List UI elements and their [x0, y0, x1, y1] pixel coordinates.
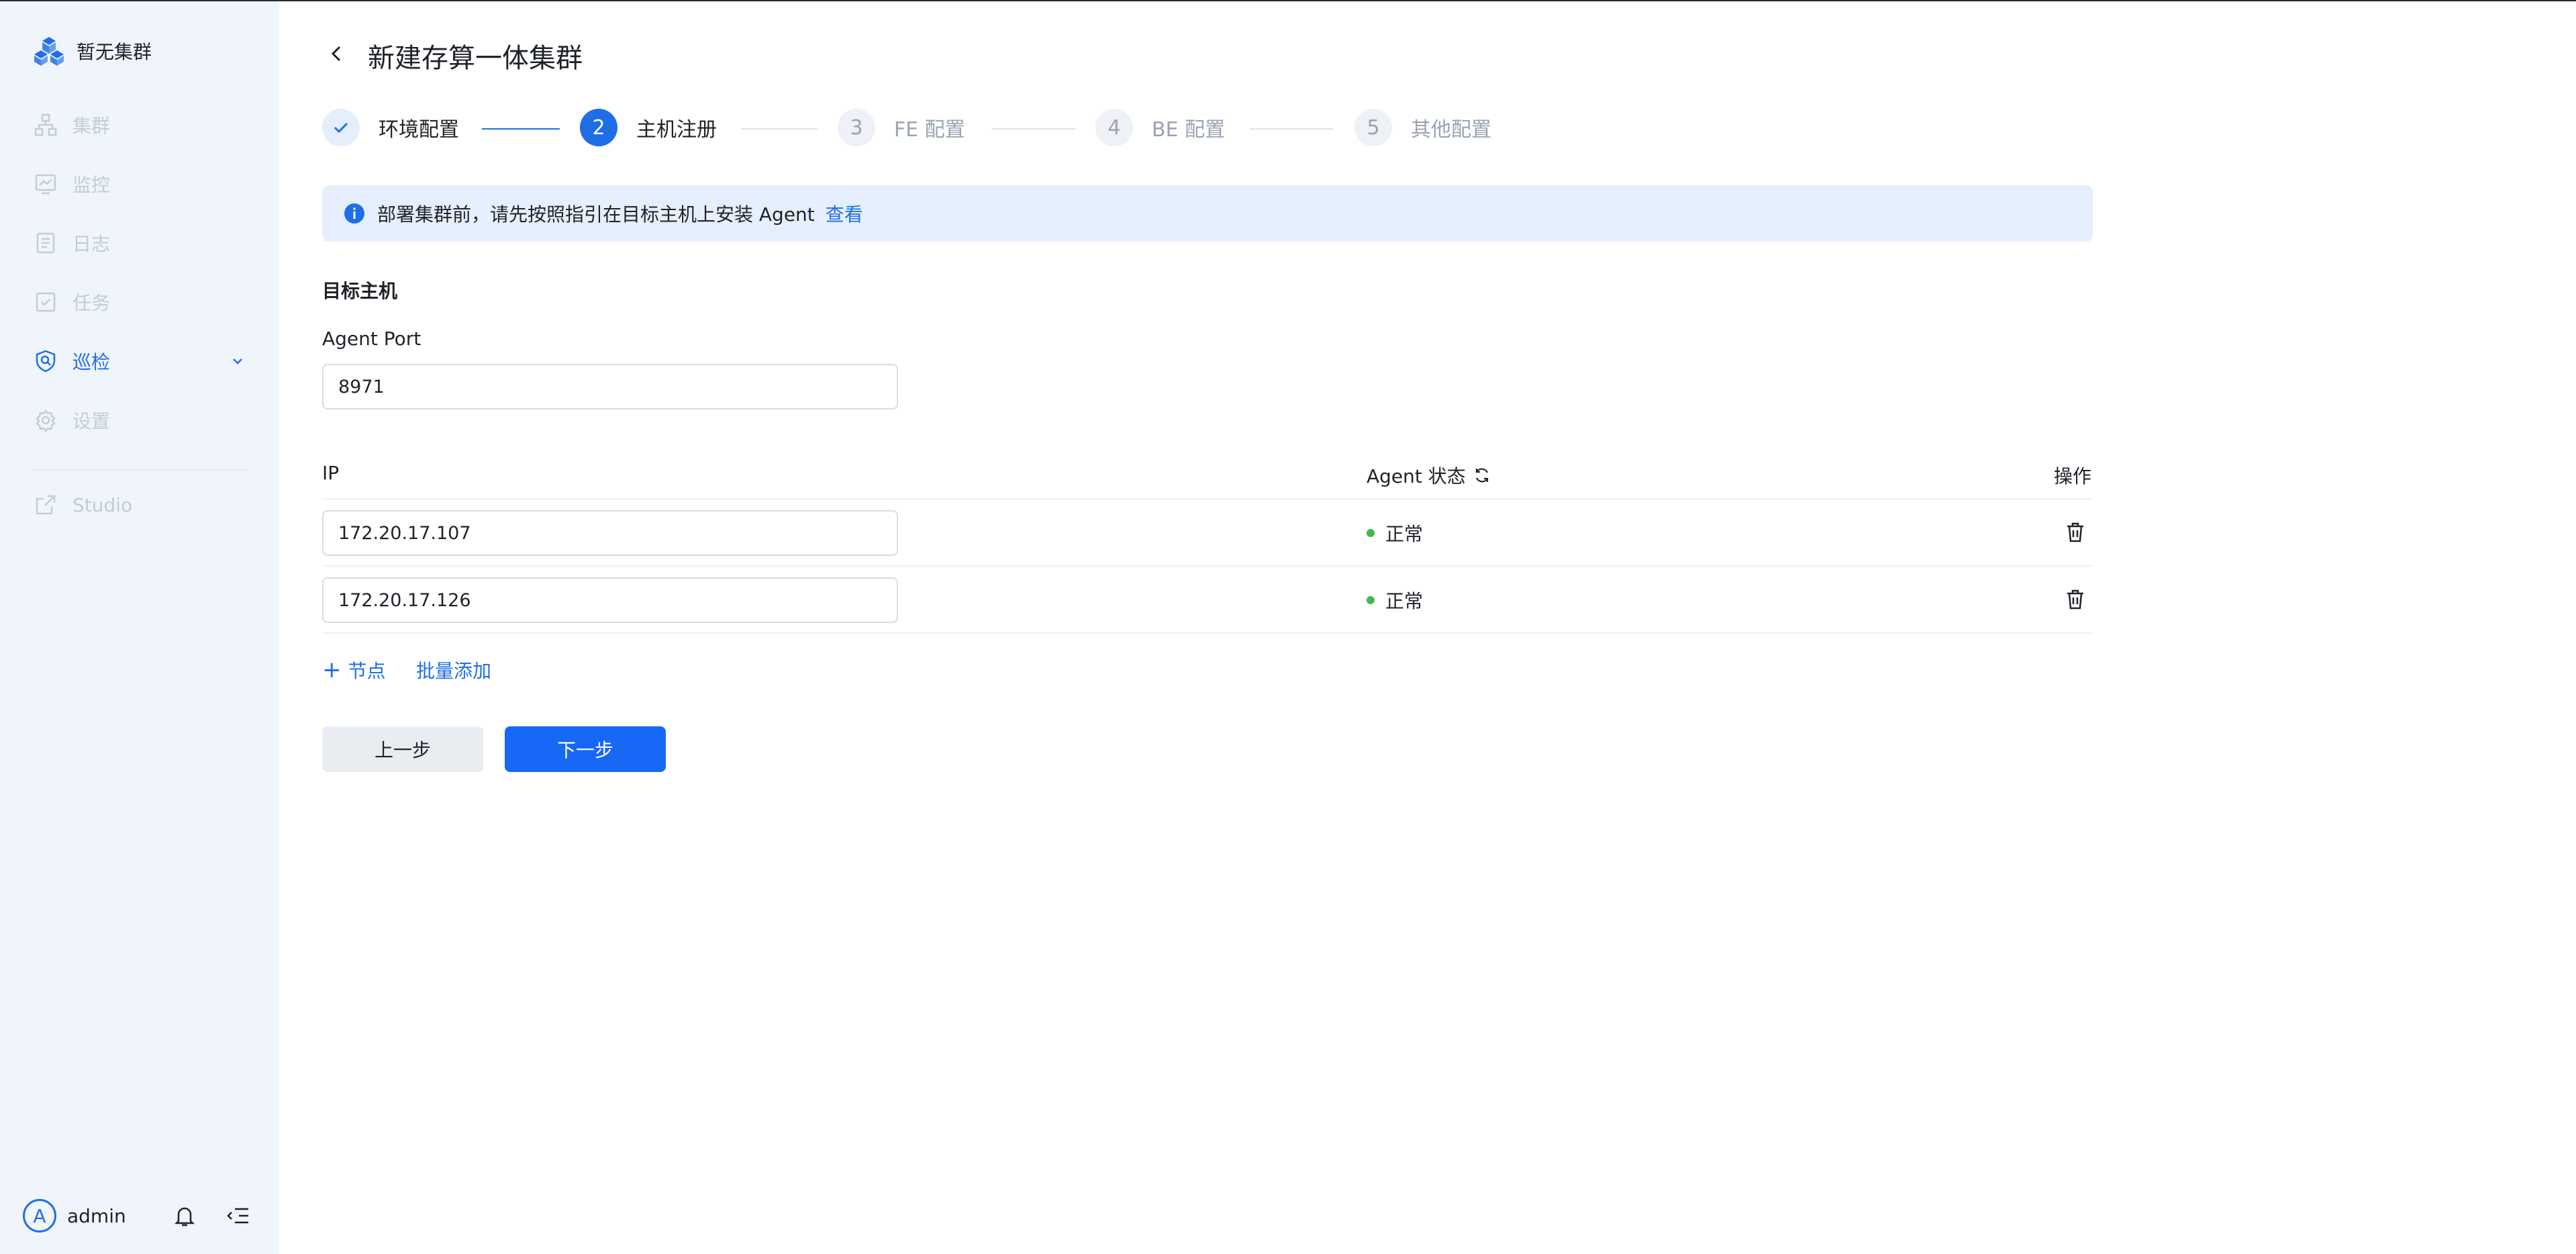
status-dot: [1367, 596, 1375, 604]
step-label: FE 配置: [894, 118, 965, 142]
page-title: 新建存算一体集群: [368, 43, 583, 74]
status-text: 正常: [1385, 523, 1424, 545]
info-icon: [344, 203, 364, 224]
agent-status: 正常: [1367, 520, 1423, 546]
step-other-config[interactable]: 5 其他配置: [1354, 109, 1491, 146]
add-node-label: 节点: [348, 660, 386, 682]
cluster-switcher[interactable]: 暂无集群: [34, 35, 152, 67]
step-number: 4: [1095, 109, 1133, 146]
sidebar-item-monitor[interactable]: 监控: [34, 165, 248, 203]
step-label: BE 配置: [1152, 118, 1226, 142]
table-divider: [322, 565, 2093, 567]
sidebar-item-label: 日志: [72, 233, 111, 255]
step-number: 2: [580, 109, 617, 146]
view-guide-link[interactable]: 查看: [826, 200, 863, 227]
sidebar-item-label: 任务: [72, 292, 111, 314]
section-title: 目标主机: [322, 280, 398, 302]
avatar: A: [23, 1199, 56, 1233]
monitor-icon: [34, 172, 58, 196]
add-node-button[interactable]: + 节点: [322, 657, 386, 683]
step-number: 5: [1354, 109, 1392, 146]
header-label: IP: [322, 462, 340, 484]
cluster-icon: [34, 113, 58, 137]
sidebar-item-label: 监控: [72, 174, 111, 196]
plus-icon: +: [322, 657, 342, 683]
status-text: 正常: [1385, 590, 1424, 612]
log-icon: [34, 231, 58, 255]
sidebar: 暂无集群 集群 监控 日志 任务 巡检 设置 Studio A admin: [0, 1, 279, 1254]
delete-icon[interactable]: [2064, 588, 2087, 611]
external-link-icon: [34, 493, 58, 517]
previous-step-button[interactable]: 上一步: [322, 726, 483, 772]
alert-text: 部署集群前，请先按照指引在目标主机上安装 Agent: [377, 203, 815, 226]
header-label: 操作: [2054, 465, 2092, 487]
back-arrow-icon[interactable]: [324, 40, 350, 67]
batch-add-button[interactable]: 批量添加: [416, 657, 491, 683]
user-menu[interactable]: A admin: [23, 1199, 126, 1233]
action-column-header: 操作: [2054, 462, 2091, 489]
step-connector: [482, 128, 560, 130]
sidebar-item-settings[interactable]: 设置: [34, 401, 248, 439]
username: admin: [67, 1204, 126, 1227]
ip-input[interactable]: [322, 577, 898, 623]
agent-port-label: Agent Port: [322, 328, 422, 350]
table-divider: [322, 498, 2093, 499]
step-connector: [1250, 128, 1333, 130]
cluster-logo-icon: [34, 37, 64, 66]
sidebar-item-studio[interactable]: Studio: [34, 486, 248, 524]
sidebar-item-cluster[interactable]: 集群: [34, 106, 248, 144]
step-connector: [741, 128, 818, 130]
shield-icon: [34, 349, 58, 373]
step-label: 其他配置: [1411, 118, 1491, 142]
bell-icon[interactable]: [172, 1203, 197, 1228]
sidebar-item-inspection[interactable]: 巡检: [34, 342, 248, 380]
sidebar-item-label: 设置: [72, 410, 111, 432]
step-number: 3: [838, 109, 875, 146]
chevron-down-icon[interactable]: [227, 350, 248, 372]
step-environment[interactable]: 环境配置: [322, 109, 459, 146]
gear-icon: [34, 408, 58, 432]
step-connector: [992, 128, 1075, 130]
agent-port-input[interactable]: [322, 364, 898, 409]
step-be-config[interactable]: 4 BE 配置: [1095, 109, 1225, 146]
sidebar-item-tasks[interactable]: 任务: [34, 283, 248, 321]
info-alert: 部署集群前，请先按照指引在目标主机上安装 Agent 查看: [322, 185, 2093, 242]
sidebar-item-logs[interactable]: 日志: [34, 224, 248, 262]
step-fe-config[interactable]: 3 FE 配置: [838, 109, 965, 146]
next-step-button[interactable]: 下一步: [505, 726, 666, 772]
agent-status-column-header: Agent 状态: [1367, 462, 1491, 489]
step-host-registration[interactable]: 2 主机注册: [580, 109, 717, 146]
batch-add-label: 批量添加: [416, 660, 492, 682]
step-label: 主机注册: [636, 118, 717, 142]
sidebar-item-label: 巡检: [72, 351, 111, 373]
table-divider: [322, 632, 2093, 634]
header-label: Agent 状态: [1367, 465, 1466, 487]
agent-status: 正常: [1367, 587, 1423, 614]
sidebar-item-label: Studio: [72, 493, 133, 516]
sidebar-item-label: 集群: [72, 115, 111, 137]
delete-icon[interactable]: [2064, 521, 2087, 544]
cluster-name: 暂无集群: [77, 41, 152, 63]
refresh-icon[interactable]: [1473, 466, 1491, 485]
collapse-menu-icon[interactable]: [226, 1203, 251, 1228]
ip-input[interactable]: [322, 510, 898, 556]
status-dot: [1367, 529, 1375, 537]
sidebar-divider: [34, 469, 248, 471]
ip-column-header: IP: [322, 462, 339, 484]
task-icon: [34, 290, 58, 314]
step-label: 环境配置: [379, 118, 459, 142]
check-icon: [322, 109, 360, 146]
